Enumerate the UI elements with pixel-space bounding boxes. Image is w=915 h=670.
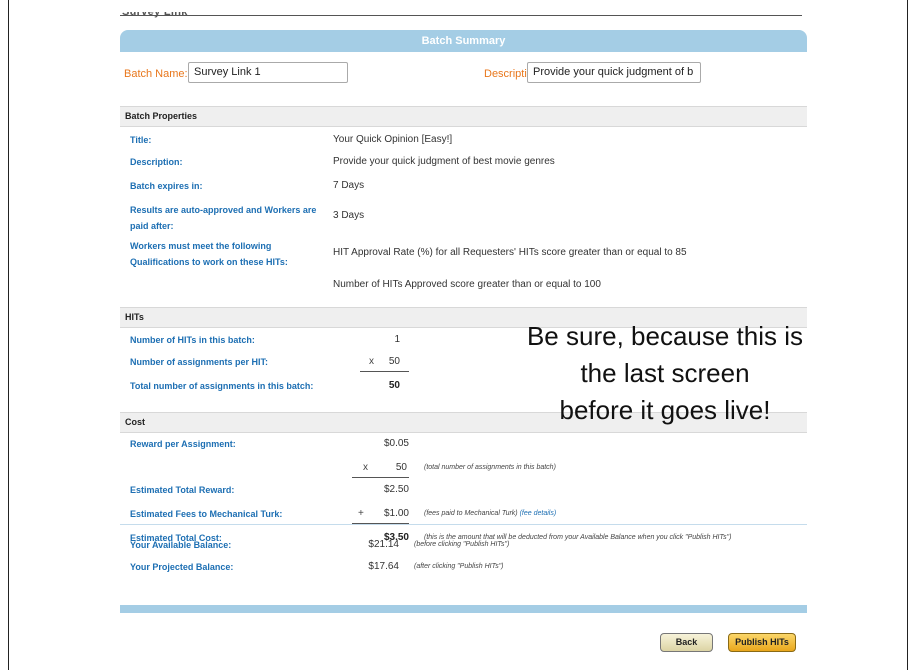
- total-assignments-label: Total number of assignments in this batc…: [130, 381, 314, 391]
- batch-name-input[interactable]: Survey Link 1: [188, 62, 348, 83]
- fee-details-link[interactable]: (fee details): [520, 510, 557, 517]
- assignments-per-hit-value: 50: [388, 356, 400, 367]
- total-assignments-value: 50: [388, 380, 400, 391]
- warning-callout-line-2: the last screen: [580, 358, 750, 388]
- reward-sum-rule: [352, 477, 409, 478]
- prop-title-label: Title:: [130, 135, 152, 145]
- publish-hits-button[interactable]: Publish HITs: [728, 633, 796, 652]
- prop-auto-approve-label-line1: Results are auto-approved and Workers ar…: [130, 205, 317, 215]
- prop-auto-approve-value: 3 Days: [333, 210, 365, 221]
- prop-description-label: Description:: [130, 157, 183, 167]
- prop-qualification-hits-approved: Number of HITs Approved score greater th…: [333, 279, 601, 290]
- available-balance-label: Your Available Balance:: [130, 540, 232, 550]
- fees-plus-operator: +: [358, 508, 364, 519]
- slide-border-right: [907, 0, 908, 670]
- warning-callout: Be sure, because this is the last screen…: [455, 318, 875, 429]
- mturk-fees-label: Estimated Fees to Mechanical Turk:: [130, 509, 283, 519]
- batch-name-label: Batch Name:: [124, 68, 188, 80]
- available-balance-note: (before clicking "Publish HITs"): [414, 541, 510, 548]
- warning-callout-line-3: before it goes live!: [559, 395, 771, 425]
- fees-note: (fees paid to Mechanical Turk): [424, 510, 518, 517]
- slide-border-left: [8, 0, 9, 670]
- reward-multiply-value: 50: [395, 462, 407, 473]
- projected-balance-label: Your Projected Balance:: [130, 562, 234, 572]
- projected-balance-note: (after clicking "Publish HITs"): [414, 563, 504, 570]
- reward-multiply-operator: x: [363, 462, 368, 473]
- prop-qualifications-label-line1: Workers must meet the following: [130, 241, 272, 251]
- hits-count-label: Number of HITs in this batch:: [130, 335, 255, 345]
- batch-summary-footer: [120, 605, 807, 613]
- reward-per-assignment-label: Reward per Assignment:: [130, 439, 236, 449]
- reward-per-assignment-value: $0.05: [383, 438, 409, 449]
- available-balance-value: $21.14: [368, 539, 399, 550]
- hits-count-value: 1: [394, 334, 400, 345]
- prop-qualifications-label-line2: Qualifications to work on these HITs:: [130, 257, 288, 267]
- balance-section: Your Available Balance: $21.14 (before c…: [120, 524, 807, 604]
- batch-name-row: Batch Name: Survey Link 1 Description: P…: [120, 52, 807, 92]
- prop-expires-label: Batch expires in:: [130, 181, 203, 191]
- projected-balance-value: $17.64: [368, 561, 399, 572]
- prop-expires-value: 7 Days: [333, 180, 365, 191]
- description-input[interactable]: Provide your quick judgment of b: [527, 62, 701, 83]
- title-divider: [120, 15, 802, 16]
- estimated-reward-value: $2.50: [383, 484, 409, 495]
- prop-auto-approve-label-line2: paid after:: [130, 221, 174, 231]
- assignments-multiply-operator: x: [369, 356, 374, 367]
- prop-description-value: Provide your quick judgment of best movi…: [333, 156, 555, 167]
- cropped-page-title: Survey Link: [122, 6, 188, 18]
- mturk-fees-value: $1.00: [383, 508, 409, 519]
- hits-sum-rule: [360, 371, 409, 372]
- batch-summary-header: Batch Summary: [120, 30, 807, 52]
- prop-title-value: Your Quick Opinion [Easy!]: [333, 134, 453, 145]
- prop-qualification-approval-rate: HIT Approval Rate (%) for all Requesters…: [333, 247, 687, 258]
- reward-multiply-note: (total number of assignments in this bat…: [424, 464, 556, 471]
- back-button[interactable]: Back: [660, 633, 713, 652]
- warning-callout-line-1: Be sure, because this is: [526, 321, 804, 351]
- assignments-per-hit-label: Number of assignments per HIT:: [130, 357, 269, 367]
- batch-properties-header: Batch Properties: [120, 106, 807, 127]
- estimated-reward-label: Estimated Total Reward:: [130, 485, 235, 495]
